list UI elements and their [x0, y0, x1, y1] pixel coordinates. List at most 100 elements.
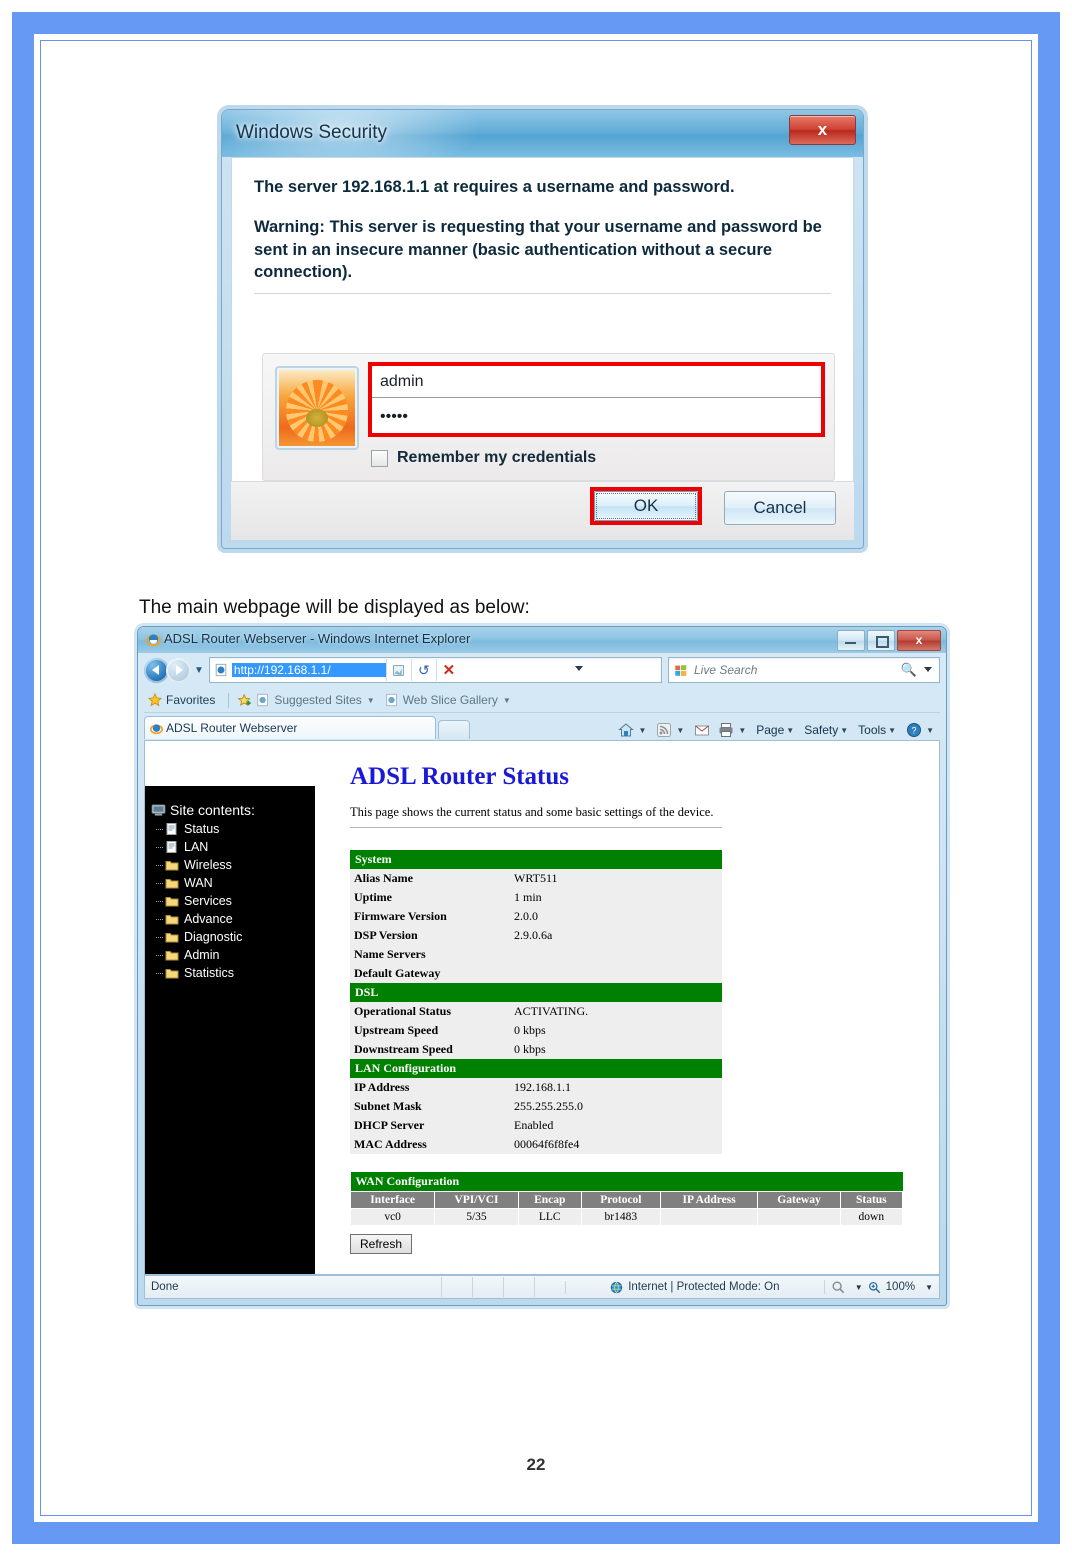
suggested-sites-button[interactable]: Suggested Sites ▼ [238, 693, 375, 707]
help-button[interactable]: ? ▼ [904, 722, 940, 738]
remember-credentials-row[interactable]: Remember my credentials [371, 449, 825, 467]
sidebar-item-lan[interactable]: LAN [151, 838, 315, 856]
sidebar-item-statistics[interactable]: Statistics [151, 964, 315, 982]
search-chevron-down-icon[interactable] [924, 667, 932, 672]
rss-feed-icon [657, 723, 672, 737]
suggested-sites-chevron-down-icon[interactable]: ▼ [367, 696, 375, 705]
refresh-icon[interactable]: ↺ [410, 659, 436, 681]
caption-text: The main webpage will be displayed as be… [139, 597, 530, 618]
security-zone-indicator[interactable]: Internet | Protected Mode: On [565, 1280, 824, 1294]
table-row: DSP Version 2.9.0.6a [350, 926, 722, 945]
document-page: Windows Security x The server 192.168.1.… [0, 0, 1072, 1556]
sidebar-item-admin[interactable]: Admin [151, 946, 315, 964]
section-header-dsl: DSL [350, 983, 722, 1002]
address-chevron-down-icon[interactable] [575, 666, 583, 671]
favorites-button[interactable]: Favorites [148, 693, 215, 707]
stop-icon[interactable]: ✕ [435, 659, 461, 681]
tools-chevron-down-icon[interactable]: ▼ [888, 726, 896, 735]
page-menu-button[interactable]: Page ▼ [754, 723, 800, 737]
privacy-chevron-down-icon[interactable]: ▼ [855, 1283, 863, 1292]
zoom-control[interactable]: ▼ 100% ▼ [823, 1280, 939, 1294]
page-icon [166, 823, 177, 835]
internet-explorer-icon [146, 634, 161, 647]
row-label: Name Servers [350, 945, 510, 964]
web-slice-chevron-down-icon[interactable]: ▼ [503, 696, 511, 705]
print-chevron-down-icon[interactable]: ▼ [738, 726, 746, 735]
favorites-label: Favorites [166, 693, 216, 707]
folder-icon [165, 915, 179, 925]
address-input[interactable] [231, 663, 386, 677]
tools-menu-button[interactable]: Tools ▼ [856, 723, 902, 737]
folder-icon [165, 951, 179, 961]
row-label: Operational Status [350, 1002, 510, 1021]
mail-icon [695, 725, 710, 736]
safety-menu-label: Safety [804, 723, 839, 737]
tab-adsl-router-webserver[interactable]: ADSL Router Webserver [144, 716, 436, 739]
maximize-button[interactable] [867, 630, 895, 651]
web-slice-gallery-button[interactable]: Web Slice Gallery ▼ [385, 693, 511, 707]
print-button[interactable]: ▼ [716, 722, 752, 738]
router-status-page: Site contents: Status LAN Wireless WAN S… [145, 741, 939, 1274]
web-slice-gallery-label: Web Slice Gallery [402, 693, 498, 707]
ok-button[interactable]: OK [594, 491, 698, 521]
favorites-bar: Favorites Suggested Sites ▼ Web Slice Ga… [144, 688, 940, 713]
site-contents-sidebar: Site contents: Status LAN Wireless WAN S… [145, 786, 315, 1274]
safety-chevron-down-icon[interactable]: ▼ [840, 726, 848, 735]
row-value: 2.0.0 [510, 907, 722, 926]
row-label: Subnet Mask [350, 1097, 510, 1116]
zoom-chevron-down-icon[interactable]: ▼ [925, 1283, 933, 1292]
search-box[interactable]: Live Search 🔍 [668, 657, 940, 683]
sidebar-item-wireless[interactable]: Wireless [151, 856, 315, 874]
sidebar-item-label: Advance [184, 912, 233, 926]
status-cell [472, 1277, 503, 1297]
minimize-button[interactable] [837, 630, 865, 651]
dialog-title-text: Windows Security [236, 122, 387, 143]
sidebar-item-wan[interactable]: WAN [151, 874, 315, 892]
table-row: DHCP Server Enabled [350, 1116, 722, 1135]
tab-label: ADSL Router Webserver [166, 721, 298, 735]
dialog-body: The server 192.168.1.1 at requires a use… [231, 157, 854, 482]
dialog-footer: OK Cancel [231, 481, 854, 540]
cancel-button[interactable]: Cancel [724, 491, 836, 525]
cell-interface: vc0 [349, 1208, 436, 1226]
feeds-chevron-down-icon[interactable]: ▼ [676, 726, 684, 735]
help-chevron-down-icon[interactable]: ▼ [926, 726, 934, 735]
home-button[interactable]: ▼ [616, 722, 652, 738]
username-input[interactable] [372, 366, 821, 398]
forward-button-icon[interactable] [166, 657, 191, 683]
remember-credentials-checkbox[interactable] [371, 449, 388, 467]
close-icon[interactable]: x [789, 115, 856, 145]
row-label: Default Gateway [350, 964, 510, 983]
home-chevron-down-icon[interactable]: ▼ [638, 726, 646, 735]
password-input[interactable] [372, 401, 821, 433]
page-chevron-down-icon[interactable]: ▼ [786, 726, 794, 735]
svg-text:?: ? [912, 726, 917, 736]
table-row: IP Address 192.168.1.1 [350, 1078, 722, 1097]
safety-menu-button[interactable]: Safety ▼ [802, 723, 854, 737]
sidebar-item-advance[interactable]: Advance [151, 910, 315, 928]
row-value: 192.168.1.1 [510, 1078, 722, 1097]
read-mail-button[interactable] [692, 722, 714, 738]
status-table: System Alias Name WRT511 Uptime 1 min Fi… [350, 850, 722, 1154]
add-favorite-icon [238, 693, 252, 706]
remember-credentials-label: Remember my credentials [397, 449, 597, 466]
table-row: Upstream Speed 0 kbps [350, 1021, 722, 1040]
sidebar-item-status[interactable]: Status [151, 820, 315, 838]
site-contents-title: Site contents: [170, 802, 255, 818]
recent-pages-chevron-down-icon[interactable]: ▼ [194, 665, 204, 676]
row-value [510, 945, 722, 964]
wan-header-row: Interface VPI/VCI Encap Protocol IP Addr… [349, 1191, 904, 1209]
sidebar-item-services[interactable]: Services [151, 892, 315, 910]
browser-status-bar: Done Internet | Protected Mode: On ▼ 100… [144, 1275, 940, 1299]
table-row: vc0 5/35 LLC br1483 down [349, 1208, 904, 1226]
window-close-icon[interactable]: x [897, 630, 941, 651]
feeds-button[interactable]: ▼ [654, 722, 690, 738]
address-bar[interactable]: ↺ ✕ [208, 657, 662, 683]
sidebar-item-diagnostic[interactable]: Diagnostic [151, 928, 315, 946]
compatibility-view-icon[interactable] [385, 659, 411, 681]
search-icon[interactable]: 🔍 [901, 662, 917, 678]
tab-bar: ADSL Router Webserver ▼ ▼ ▼ Page ▼ Safet… [144, 715, 940, 739]
browser-content-area: Site contents: Status LAN Wireless WAN S… [144, 740, 940, 1275]
refresh-button[interactable]: Refresh [350, 1234, 413, 1254]
new-tab-button[interactable] [438, 720, 470, 739]
